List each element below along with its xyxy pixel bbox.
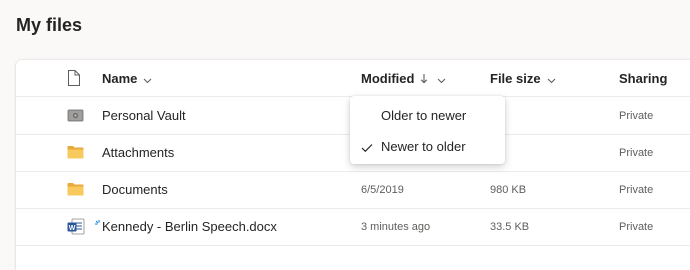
chevron-down-icon <box>437 72 446 87</box>
sharing-status: Private <box>619 221 654 233</box>
menu-item-label: Newer to older <box>381 139 466 154</box>
file-list: Name Modified File size Sharing Personal… <box>16 60 690 270</box>
file-name[interactable]: Kennedy - Berlin Speech.docx <box>102 219 277 234</box>
column-header-file-size[interactable]: File size <box>490 71 556 87</box>
svg-text:W: W <box>69 225 76 232</box>
sharing-status: Private <box>619 147 654 159</box>
menu-item-newer-to-older[interactable]: Newer to older <box>350 131 505 161</box>
file-name[interactable]: Attachments <box>102 145 174 160</box>
modified-date: 6/5/2019 <box>361 184 404 196</box>
modified-date: 3 minutes ago <box>361 221 431 233</box>
chevron-down-icon <box>143 72 152 87</box>
file-name[interactable]: Documents <box>102 182 168 197</box>
column-header-name-label: Name <box>102 71 138 86</box>
folder-icon <box>67 145 84 164</box>
sharing-status: Private <box>619 184 654 196</box>
file-size: 33.5 KB <box>490 221 530 233</box>
column-header-name[interactable]: Name <box>102 71 152 87</box>
menu-item-older-to-newer[interactable]: Older to newer <box>350 100 505 130</box>
table-row[interactable]: W Kennedy - Berlin Speech.docx 3 minutes… <box>16 208 690 246</box>
sort-descending-arrow-icon <box>420 72 428 87</box>
vault-icon <box>67 109 84 127</box>
file-name[interactable]: Personal Vault <box>102 108 186 123</box>
word-document-icon: W <box>67 218 86 240</box>
file-size: 980 KB <box>490 184 527 196</box>
folder-icon <box>67 182 84 201</box>
sharing-status: Private <box>619 110 654 122</box>
column-header-file-size-label: File size <box>490 71 541 86</box>
page-title: My files <box>16 15 83 35</box>
file-list-header: Name Modified File size Sharing <box>16 60 690 97</box>
column-header-modified-label: Modified <box>361 71 415 86</box>
menu-item-label: Older to newer <box>381 108 467 123</box>
sort-order-menu: Older to newer Newer to older <box>350 96 505 164</box>
column-header-sharing[interactable]: Sharing <box>619 71 667 86</box>
file-type-header-icon[interactable] <box>67 70 80 91</box>
table-row[interactable]: Documents 6/5/2019 980 KB Private <box>16 171 690 209</box>
checkmark-icon <box>361 140 373 158</box>
chevron-down-icon <box>547 72 556 87</box>
column-header-modified[interactable]: Modified <box>361 71 446 87</box>
column-header-sharing-label: Sharing <box>619 71 668 86</box>
